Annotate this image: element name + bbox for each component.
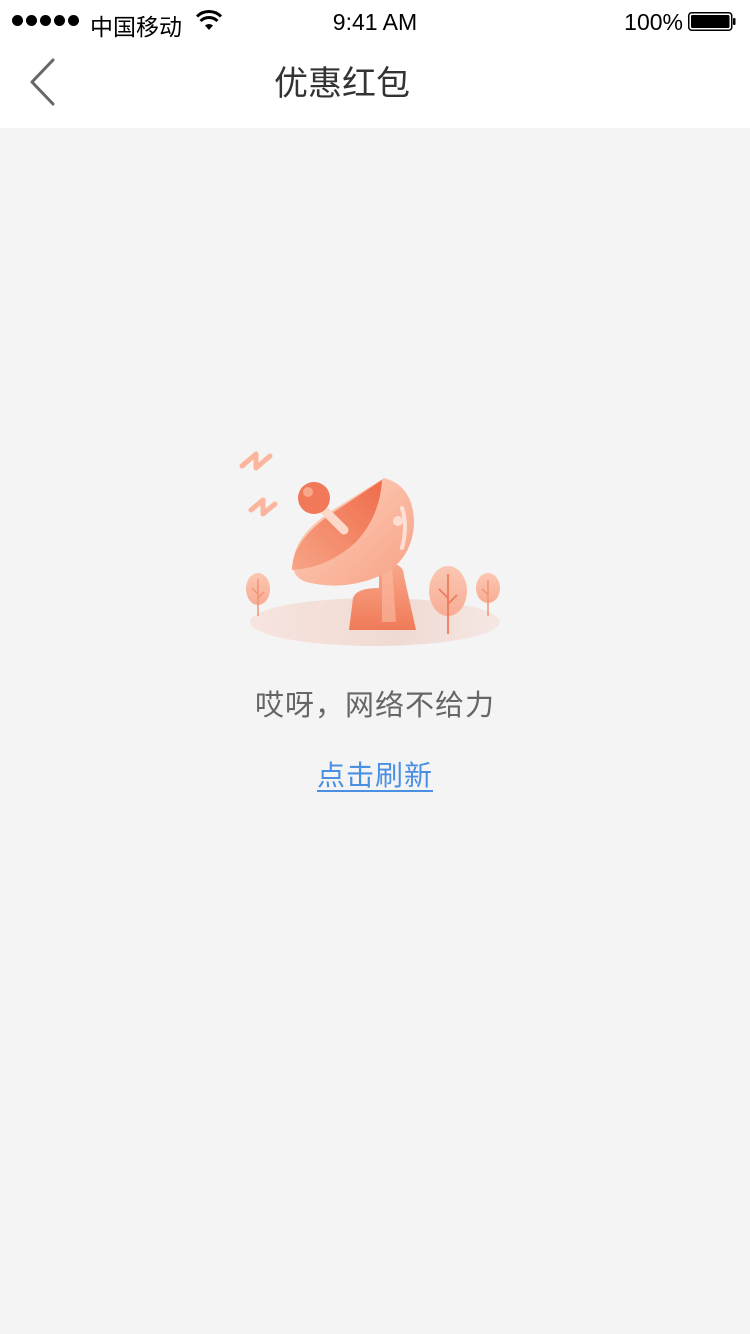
battery-percent: 100%	[624, 9, 683, 35]
battery-icon	[688, 12, 736, 31]
page-title: 优惠红包	[274, 64, 410, 104]
navigation-bar: 优惠红包	[0, 40, 750, 128]
refresh-link[interactable]: 点击刷新	[317, 759, 433, 792]
network-error-message: 哎呀，网络不给力	[254, 688, 495, 722]
status-bar: 中国移动 9:41 AM 100%	[0, 0, 750, 41]
satellite-dish-icon	[239, 451, 500, 646]
